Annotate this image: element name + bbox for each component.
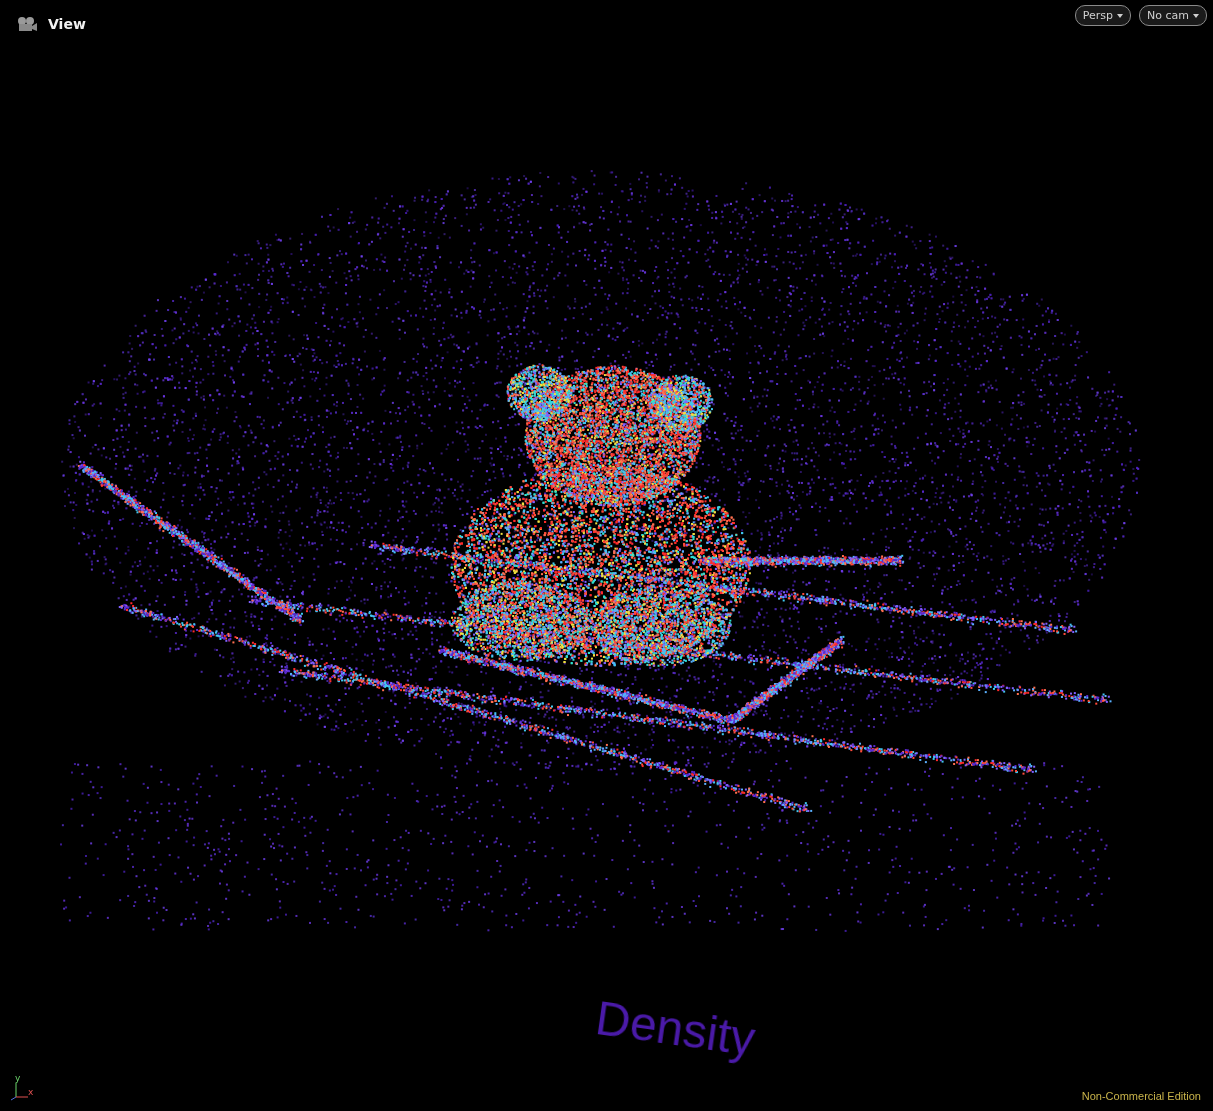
view-dropdown[interactable]: No cam (1139, 5, 1207, 26)
viewer-title: View (48, 16, 86, 32)
caret-icon (1117, 14, 1123, 18)
view-dropdown[interactable]: Persp (1075, 5, 1131, 26)
camera-icon[interactable] (16, 16, 38, 32)
viewport-canvas[interactable] (0, 0, 1213, 1111)
dropdown-label: No cam (1147, 9, 1189, 22)
axis-label: x (28, 1087, 33, 1097)
dropdown-label: Persp (1083, 9, 1113, 22)
caret-icon (1193, 14, 1199, 18)
axes-icon: y x (8, 1073, 38, 1101)
axis-label: y (15, 1073, 20, 1083)
license-label: Non-Commercial Edition (1082, 1090, 1201, 1102)
viewer-header: View Persp No cam (0, 0, 1213, 32)
